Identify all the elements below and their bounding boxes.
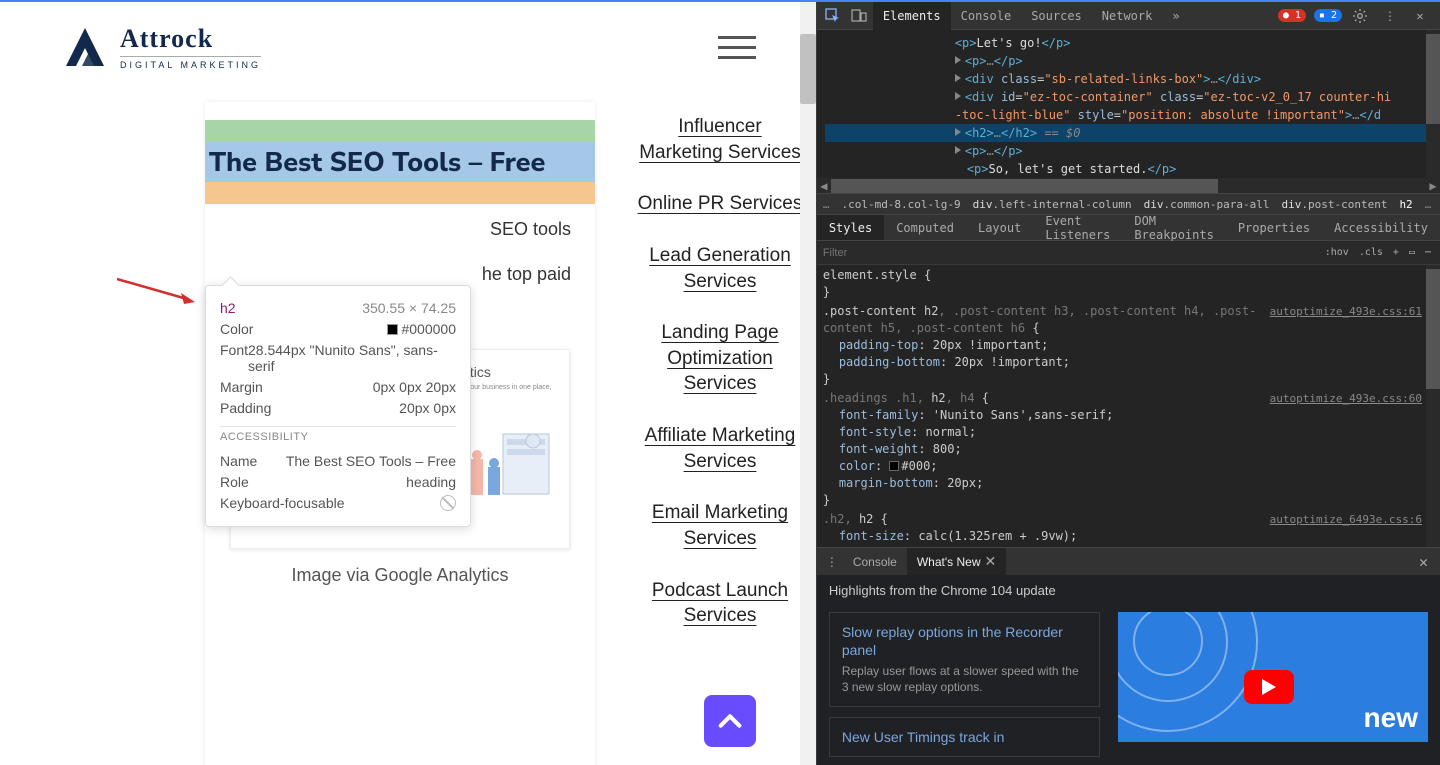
dom-vscrollbar[interactable] [1426,30,1440,178]
sidebar-link-influencer[interactable]: Influencer Marketing Services [635,114,805,165]
error-badge[interactable]: ● 1 [1278,9,1306,22]
crumb-h2[interactable]: h2 [1399,198,1412,211]
dom-tree[interactable]: <p>Let's go!</p> <p>…</p> <div class="sb… [817,30,1440,178]
styles-scrollbar[interactable] [1426,265,1440,547]
hamburger-menu-icon[interactable] [718,36,756,59]
sidebar-link-pr[interactable]: Online PR Services [635,191,805,217]
close-tab-icon[interactable]: ✕ [985,553,997,570]
device-toggle-icon[interactable] [847,4,871,28]
st-layout[interactable]: Layout [966,215,1033,240]
tab-console[interactable]: Console [951,2,1022,30]
color-swatch-icon [387,324,398,335]
more-vert-icon[interactable]: ⋮ [1378,4,1402,28]
devtools-toolbar: Elements Console Sources Network » ● 1 ▪… [817,2,1440,30]
drawer-close-icon[interactable]: ✕ [1411,553,1436,571]
crumb-para[interactable]: div.common-para-all [1144,198,1270,211]
styles-filter-row: :hov .cls + ▭ ⋯ [817,241,1440,265]
new-style-icon[interactable]: + [1390,247,1402,258]
chevron-up-icon [716,707,744,735]
page-header: Attrock DIGITAL MARKETING [0,2,816,92]
brand-tagline: DIGITAL MARKETING [120,56,261,70]
drawer-more-icon[interactable]: ⋮ [821,555,843,569]
crumb-left[interactable]: div.left-internal-column [973,198,1132,211]
element-inspector-tooltip: h2350.55 × 74.25 Color#000000 Font28.544… [205,285,471,527]
article-text: SEO tools he top paid [205,204,595,289]
whatsnew-video[interactable]: new [1118,612,1428,742]
logo-icon [60,22,110,72]
not-focusable-icon [440,495,456,511]
drawer-tabs: ⋮ Console What's New✕ ✕ [817,547,1440,575]
tab-elements[interactable]: Elements [873,2,951,30]
chrome-devtools: Elements Console Sources Network » ● 1 ▪… [816,2,1440,765]
drawer-tab-console[interactable]: Console [843,548,907,576]
tabs-overflow-icon[interactable]: » [1162,2,1189,30]
sidebar-link-podcast[interactable]: Podcast Launch Services [635,578,805,629]
st-dom-bp[interactable]: DOM Breakpoints [1122,215,1225,240]
crumb-col[interactable]: .col-md-8.col-lg-9 [841,198,960,211]
cls-toggle[interactable]: .cls [1356,247,1386,258]
rule-source-link[interactable]: autoptimize_493e.css:60 [1270,390,1440,407]
services-sidebar: Influencer Marketing Services Online PR … [595,102,805,760]
scroll-to-top-button[interactable] [704,695,756,747]
whatsnew-link[interactable]: Slow replay options in the Recorder pane… [842,624,1063,658]
dom-breadcrumbs[interactable]: … .col-md-8.col-lg-9 div.left-internal-c… [817,193,1440,215]
st-props[interactable]: Properties [1226,215,1322,240]
dom-hscrollbar[interactable]: ◀▶ [817,178,1440,193]
styles-pane[interactable]: element.style {} autoptimize_493e.css:61… [817,265,1440,547]
image-caption: Image via Google Analytics [205,565,595,586]
st-styles[interactable]: Styles [817,215,884,240]
sidebar-link-email[interactable]: Email Marketing Services [635,500,805,551]
rule-source-link[interactable]: autoptimize_6493e.css:6 [1270,511,1440,528]
whats-new-panel: Highlights from the Chrome 104 update Sl… [817,575,1440,765]
computed-toggle-icon[interactable]: ▭ [1406,247,1418,258]
sidebar-link-affiliate[interactable]: Affiliate Marketing Services [635,423,805,474]
drawer-tab-whatsnew[interactable]: What's New✕ [907,548,1006,576]
crumb-post[interactable]: div.post-content [1281,198,1387,211]
whatsnew-desc: Replay user flows at a slower speed with… [842,664,1087,695]
whatsnew-card[interactable]: Slow replay options in the Recorder pane… [829,612,1100,707]
whatsnew-link[interactable]: New User Timings track in [842,729,1005,745]
tab-network[interactable]: Network [1092,2,1163,30]
hov-toggle[interactable]: :hov [1322,247,1352,258]
inspected-heading: The Best SEO Tools – Free [205,120,595,204]
st-computed[interactable]: Computed [884,215,966,240]
inspect-icon[interactable] [821,4,845,28]
article-h2: The Best SEO Tools – Free [209,144,545,181]
tooltip-dimensions: 350.55 × 74.25 [362,300,456,316]
sidebar-link-landing[interactable]: Landing Page Optimization Services [635,320,805,397]
whatsnew-heading: Highlights from the Chrome 104 update [829,583,1428,598]
page-scrollbar[interactable] [800,2,816,765]
brand-name: Attrock [120,24,261,54]
styles-more-icon[interactable]: ⋯ [1422,247,1434,258]
rule-source-link[interactable]: autoptimize_493e.css:61 [1270,303,1440,320]
info-badge[interactable]: ▪ 2 [1314,9,1342,22]
st-a11y[interactable]: Accessibility [1322,215,1440,240]
styles-filter-input[interactable] [823,247,1318,259]
tab-sources[interactable]: Sources [1021,2,1092,30]
settings-gear-icon[interactable] [1348,4,1372,28]
play-icon[interactable] [1244,670,1294,704]
annotation-arrow-icon [115,277,195,307]
tooltip-tag: h2 [220,300,236,316]
close-devtools-icon[interactable]: ✕ [1408,4,1432,28]
brand-logo[interactable]: Attrock DIGITAL MARKETING [60,22,261,72]
sidebar-link-leadgen[interactable]: Lead Generation Services [635,243,805,294]
whatsnew-card[interactable]: New User Timings track in [829,717,1100,757]
styles-tabs: Styles Computed Layout Event Listeners D… [817,215,1440,241]
st-events[interactable]: Event Listeners [1033,215,1122,240]
